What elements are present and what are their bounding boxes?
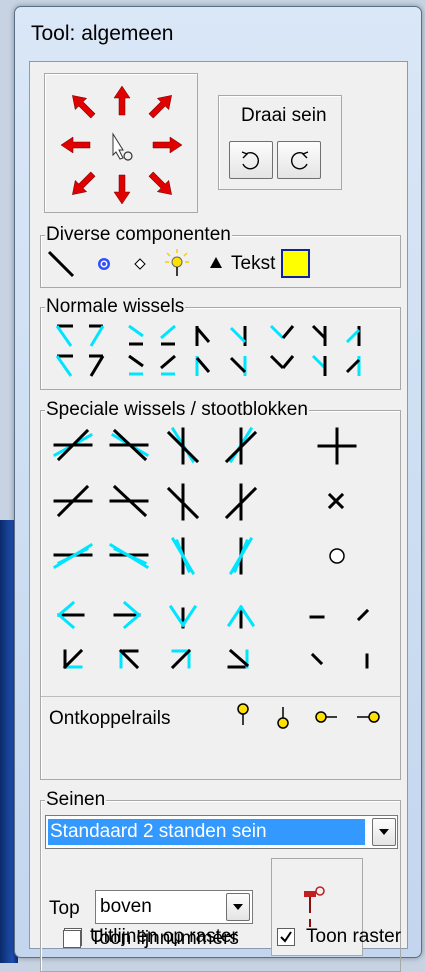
top-select[interactable]: boven bbox=[95, 890, 253, 924]
window-title: Tool: algemeen bbox=[31, 22, 174, 45]
switch-icon[interactable] bbox=[345, 356, 361, 376]
signal-type-value: Standaard 2 standen sein bbox=[47, 818, 366, 846]
straight-track-icon[interactable] bbox=[47, 250, 77, 280]
buffer-stop-icon[interactable] bbox=[310, 652, 324, 666]
y-switch-icon[interactable] bbox=[56, 600, 85, 630]
crossing-switch-icon[interactable] bbox=[53, 484, 93, 518]
arrow-sw-icon[interactable] bbox=[66, 168, 99, 201]
rotate-left-button[interactable] bbox=[229, 141, 273, 179]
title-bar[interactable]: Tool: algemeen bbox=[15, 7, 421, 59]
misc-components-legend: Diverse componenten bbox=[45, 224, 232, 246]
switch-icon[interactable] bbox=[229, 356, 247, 376]
crossing-switch-icon[interactable] bbox=[109, 484, 149, 518]
pointer-icon[interactable] bbox=[112, 132, 133, 161]
uncouple-top-icon[interactable] bbox=[237, 703, 249, 725]
switch-icon[interactable] bbox=[229, 326, 247, 346]
show-grid-label[interactable]: Toon raster bbox=[306, 926, 401, 948]
uncouple-bottom-icon[interactable] bbox=[277, 707, 289, 729]
tool-panel: Draai sein Diverse componenten Tekst Nor… bbox=[29, 61, 408, 972]
show-grid-checkbox[interactable] bbox=[277, 928, 295, 946]
arrow-s-icon[interactable] bbox=[113, 174, 131, 205]
turntable-icon[interactable] bbox=[329, 548, 345, 564]
double-slip-cyan-icon[interactable] bbox=[108, 542, 150, 570]
switch-icon[interactable] bbox=[269, 354, 295, 370]
double-slip-icon[interactable] bbox=[224, 426, 258, 465]
text-tool-label[interactable]: Tekst bbox=[231, 253, 275, 275]
diamond-point-icon[interactable] bbox=[134, 258, 146, 270]
rotate-signal-box: Draai sein bbox=[218, 95, 342, 190]
switch-icon[interactable] bbox=[89, 354, 105, 377]
crossing-icon[interactable] bbox=[317, 427, 357, 465]
switch-icon[interactable] bbox=[55, 324, 73, 347]
double-slip-cyan-icon[interactable] bbox=[228, 536, 254, 576]
special-switches-group: Speciale wissels / stootblokken Ontkoppe… bbox=[40, 399, 402, 780]
uncouple-left-icon[interactable] bbox=[315, 711, 337, 723]
switch-icon[interactable] bbox=[160, 324, 176, 346]
rotate-ccw-icon bbox=[241, 151, 259, 170]
uncouple-label: Ontkoppelrails bbox=[49, 708, 171, 729]
y-switch-icon[interactable] bbox=[113, 600, 142, 630]
top-dropdown-button[interactable] bbox=[226, 893, 250, 921]
switch-icon[interactable] bbox=[195, 326, 211, 346]
double-slip-cyan-icon[interactable] bbox=[170, 536, 196, 576]
switch-icon[interactable] bbox=[345, 326, 361, 346]
arrow-n-icon[interactable] bbox=[113, 85, 131, 116]
target-sensor-icon[interactable] bbox=[96, 256, 112, 272]
tool-window: Tool: algemeen Draai sein Diverse compon… bbox=[14, 6, 422, 972]
arrow-pad bbox=[60, 85, 183, 205]
double-slip-icon[interactable] bbox=[52, 428, 94, 462]
special-switches-palette[interactable] bbox=[41, 411, 402, 741]
misc-components-group: Diverse componenten Tekst bbox=[40, 224, 401, 288]
switch-icon[interactable] bbox=[89, 324, 105, 347]
double-slip-cyan-icon[interactable] bbox=[52, 542, 94, 570]
y-switch-icon[interactable] bbox=[168, 604, 198, 629]
show-line-numbers-label[interactable]: Toon lijnnummers bbox=[90, 928, 239, 950]
triangle-marker-icon[interactable] bbox=[209, 256, 223, 270]
switch-icon[interactable] bbox=[128, 354, 144, 376]
y-switch-icon[interactable] bbox=[226, 604, 256, 629]
corner-switch-icon[interactable] bbox=[118, 648, 140, 670]
rotate-cw-icon bbox=[291, 151, 309, 170]
uncouple-rails-palette[interactable] bbox=[231, 701, 396, 737]
normal-switches-group: Normale wissels bbox=[40, 296, 402, 391]
top-label: Top bbox=[49, 898, 80, 919]
signal-type-select[interactable]: Standaard 2 standen sein bbox=[45, 815, 398, 849]
signal-type-dropdown-button[interactable] bbox=[372, 818, 396, 846]
arrow-w-icon[interactable] bbox=[60, 136, 91, 154]
switch-icon[interactable] bbox=[160, 354, 176, 376]
chevron-down-icon bbox=[233, 904, 243, 910]
arrow-e-icon[interactable] bbox=[152, 136, 183, 154]
corner-switch-icon[interactable] bbox=[227, 648, 250, 669]
switch-icon[interactable] bbox=[269, 324, 295, 340]
signals-legend: Seinen bbox=[45, 789, 107, 811]
normal-switches-palette[interactable] bbox=[41, 308, 402, 391]
switch-icon[interactable] bbox=[128, 324, 144, 346]
switch-icon[interactable] bbox=[311, 324, 327, 346]
chevron-down-icon bbox=[379, 829, 389, 835]
checkmark-icon bbox=[280, 931, 292, 943]
diagonal-crossing-icon[interactable] bbox=[327, 492, 345, 510]
arrow-se-icon[interactable] bbox=[145, 168, 178, 201]
top-value: boven bbox=[100, 896, 152, 917]
uncouple-right-icon[interactable] bbox=[357, 711, 380, 723]
arrow-ne-icon[interactable] bbox=[145, 89, 178, 122]
buffer-stop-icon[interactable] bbox=[356, 608, 370, 622]
corner-switch-icon[interactable] bbox=[62, 648, 84, 670]
arrow-nw-icon[interactable] bbox=[66, 89, 99, 122]
switch-icon[interactable] bbox=[195, 356, 211, 376]
switch-icon[interactable] bbox=[55, 354, 73, 377]
direction-arrows-box bbox=[44, 73, 198, 213]
rotate-signal-label: Draai sein bbox=[241, 105, 327, 126]
corner-switch-icon[interactable] bbox=[170, 648, 192, 670]
lamp-icon[interactable] bbox=[165, 249, 189, 279]
double-slip-icon[interactable] bbox=[109, 428, 150, 462]
crossing-switch-icon[interactable] bbox=[166, 483, 200, 521]
double-slip-icon[interactable] bbox=[166, 426, 200, 465]
rotate-right-button[interactable] bbox=[277, 141, 321, 179]
crossing-switch-icon[interactable] bbox=[224, 483, 258, 521]
switch-icon[interactable] bbox=[311, 354, 327, 376]
show-line-numbers-checkbox[interactable] bbox=[63, 930, 81, 948]
divider bbox=[41, 696, 400, 697]
text-color-swatch[interactable] bbox=[281, 249, 310, 278]
